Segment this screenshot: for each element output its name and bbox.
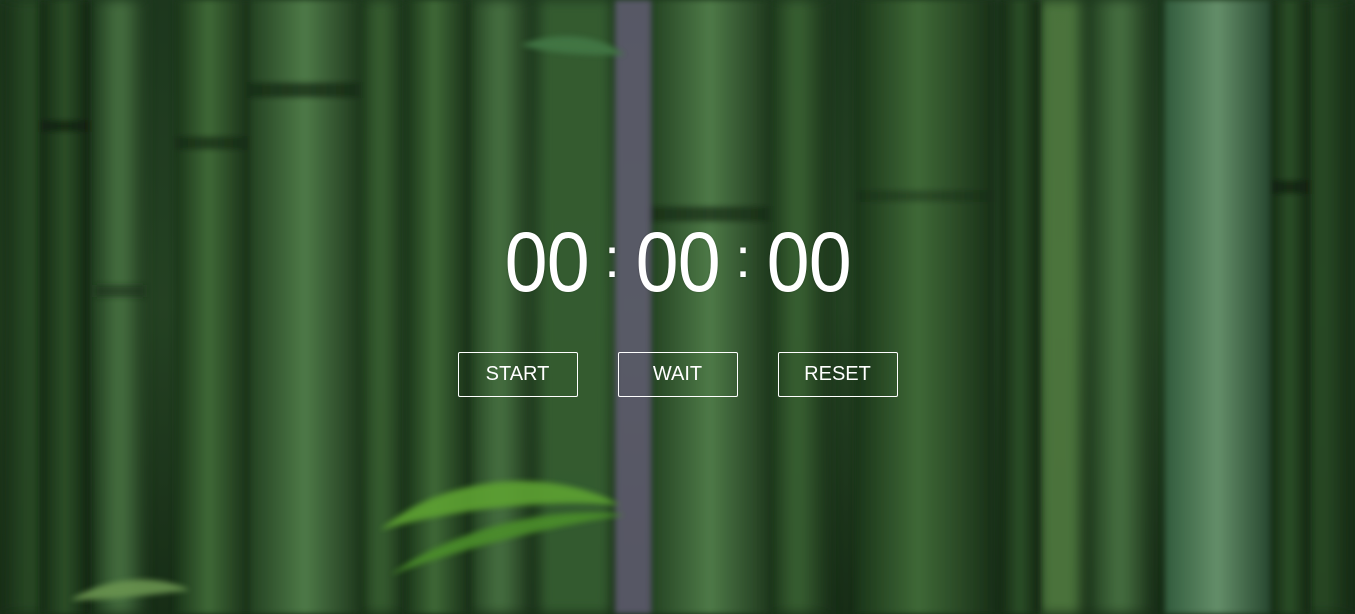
time-separator: : (604, 226, 620, 289)
seconds-display: 00 (766, 215, 851, 309)
wait-button[interactable]: WAIT (617, 352, 738, 397)
stopwatch-controls: START WAIT RESET (0, 352, 1355, 397)
reset-button[interactable]: RESET (777, 352, 898, 397)
hours-display: 00 (504, 215, 589, 309)
time-separator: : (735, 226, 751, 289)
start-button[interactable]: START (457, 352, 578, 397)
stopwatch-display: 00 : 00 : 00 (0, 214, 1355, 310)
minutes-display: 00 (635, 215, 720, 309)
